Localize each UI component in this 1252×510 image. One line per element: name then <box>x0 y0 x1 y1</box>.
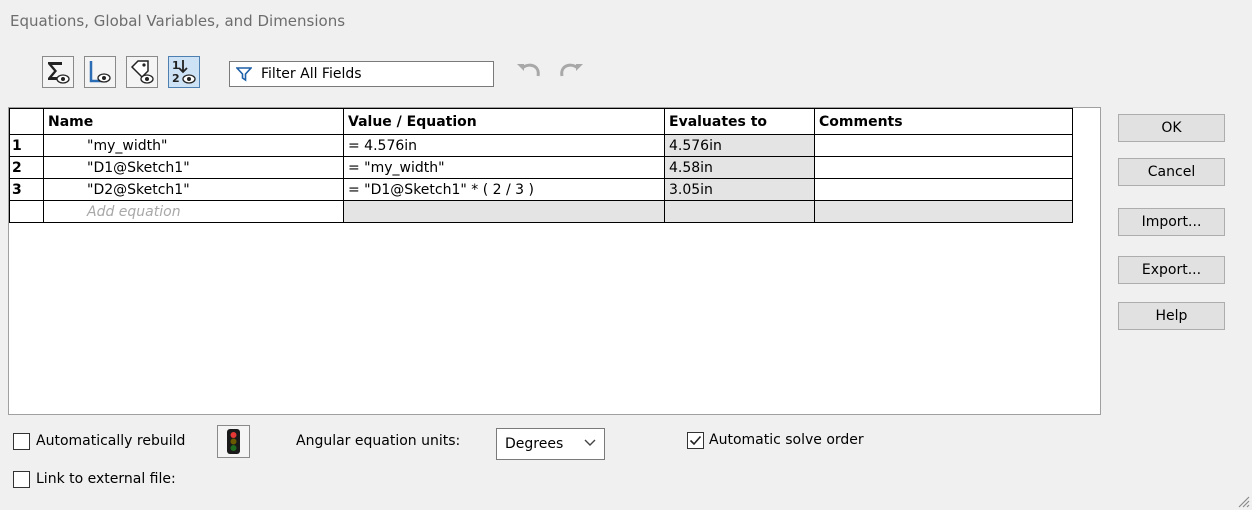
link-external-checkbox[interactable] <box>13 471 30 488</box>
filter-text: Filter All Fields <box>261 66 362 82</box>
header-comments[interactable]: Comments <box>814 108 1073 135</box>
chevron-down-icon <box>584 439 596 446</box>
add-equation-cell[interactable]: Add equation <box>43 200 344 223</box>
sketch-eye-icon <box>89 61 111 83</box>
sigma-eye-icon <box>48 62 70 84</box>
value-cell[interactable]: = "D1@Sketch1" * ( 2 / 3 ) <box>343 178 665 201</box>
svg-text:1: 1 <box>172 59 180 72</box>
show-dimensions-button[interactable] <box>126 56 158 88</box>
angular-units-select[interactable]: Degrees <box>496 428 605 460</box>
cancel-button[interactable]: Cancel <box>1118 158 1225 186</box>
corner-cell[interactable] <box>9 108 44 135</box>
auto-solve-label: Automatic solve order <box>709 432 864 448</box>
row-number[interactable]: 1 <box>9 134 44 157</box>
name-cell[interactable]: "D2@Sketch1" <box>43 178 344 201</box>
header-row: Name Value / Equation Evaluates to Comme… <box>9 108 1073 135</box>
table-row[interactable]: 2 "D1@Sketch1" = "my_width" 4.58in <box>9 156 1073 179</box>
equations-grid[interactable]: Name Value / Equation Evaluates to Comme… <box>8 107 1101 415</box>
equations-table: Name Value / Equation Evaluates to Comme… <box>9 108 1073 223</box>
value-cell[interactable]: = 4.576in <box>343 134 665 157</box>
evaluates-cell: 4.58in <box>664 156 815 179</box>
traffic-light-icon <box>227 429 240 454</box>
undo-icon[interactable] <box>514 60 544 86</box>
evaluates-cell: 3.05in <box>664 178 815 201</box>
row-number[interactable]: 2 <box>9 156 44 179</box>
comments-cell[interactable] <box>814 178 1073 201</box>
export-button[interactable]: Export... <box>1118 256 1225 284</box>
evaluates-cell <box>664 200 815 223</box>
redo-icon[interactable] <box>556 60 586 86</box>
filter-field[interactable]: Filter All Fields <box>229 61 494 87</box>
table-row[interactable]: 3 "D2@Sketch1" = "D1@Sketch1" * ( 2 / 3 … <box>9 178 1073 201</box>
tag-eye-icon <box>130 60 154 84</box>
value-cell[interactable]: = "my_width" <box>343 156 665 179</box>
value-cell <box>343 200 665 223</box>
help-button[interactable]: Help <box>1118 302 1225 330</box>
ordered-view-button[interactable]: 1 2 <box>168 56 200 88</box>
link-external-label: Link to external file: <box>36 471 176 487</box>
order-eye-icon: 1 2 <box>172 59 196 85</box>
row-number[interactable]: 3 <box>9 178 44 201</box>
comments-cell[interactable] <box>814 134 1073 157</box>
name-cell[interactable]: "D1@Sketch1" <box>43 156 344 179</box>
show-sketch-equations-button[interactable] <box>84 56 116 88</box>
name-cell[interactable]: "my_width" <box>43 134 344 157</box>
auto-rebuild-label: Automatically rebuild <box>36 433 186 449</box>
resize-grip-icon[interactable] <box>1236 494 1250 508</box>
header-value[interactable]: Value / Equation <box>343 108 665 135</box>
filter-icon <box>236 67 252 82</box>
auto-solve-checkbox[interactable] <box>687 432 704 449</box>
import-button[interactable]: Import... <box>1118 208 1225 236</box>
comments-cell[interactable] <box>814 156 1073 179</box>
add-equation-row[interactable]: Add equation <box>9 200 1073 223</box>
row-number[interactable] <box>9 200 44 223</box>
angular-units-label: Angular equation units: <box>296 433 461 449</box>
auto-rebuild-checkbox[interactable] <box>13 433 30 450</box>
evaluates-cell: 4.576in <box>664 134 815 157</box>
checkmark-icon <box>689 435 702 446</box>
dialog-title: Equations, Global Variables, and Dimensi… <box>10 12 346 30</box>
rebuild-button[interactable] <box>217 425 250 458</box>
comments-cell <box>814 200 1073 223</box>
ok-button[interactable]: OK <box>1118 114 1225 142</box>
table-row[interactable]: 1 "my_width" = 4.576in 4.576in <box>9 134 1073 157</box>
angular-units-value: Degrees <box>505 436 564 452</box>
header-evaluates[interactable]: Evaluates to <box>664 108 815 135</box>
header-name[interactable]: Name <box>43 108 344 135</box>
svg-text:2: 2 <box>172 72 180 85</box>
show-equations-button[interactable] <box>42 56 74 88</box>
